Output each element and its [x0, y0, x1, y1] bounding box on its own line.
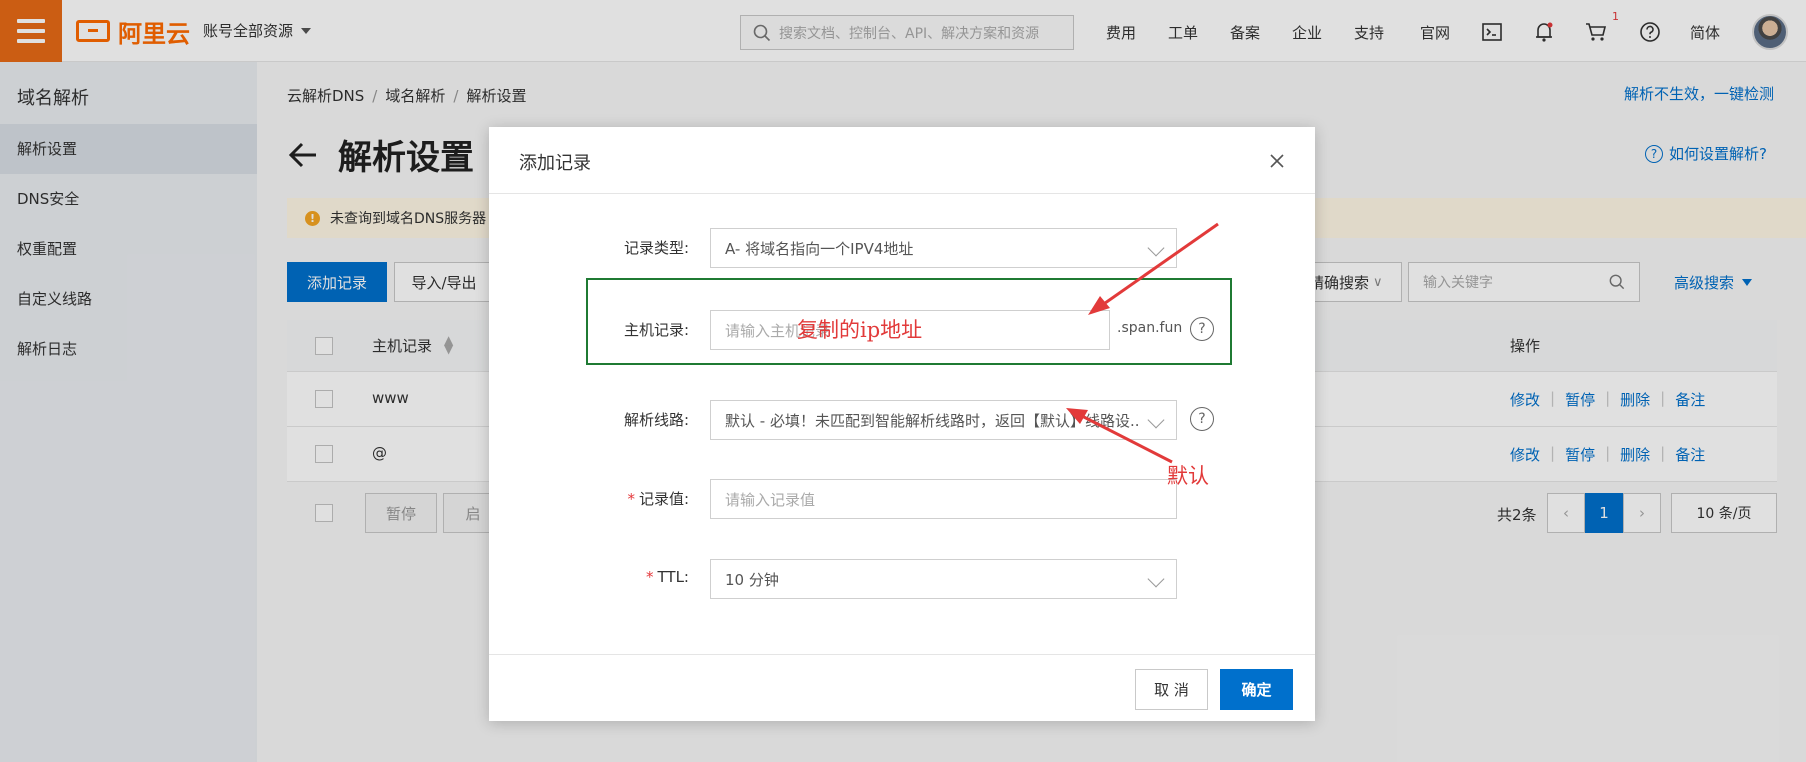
confirm-button[interactable]: 确定: [1220, 669, 1293, 710]
ttl-value: 10 分钟: [725, 570, 779, 589]
dialog-header: 添加记录: [489, 127, 1315, 194]
cancel-button[interactable]: 取 消: [1135, 669, 1208, 710]
dialog-title: 添加记录: [519, 153, 591, 174]
chevron-down-icon: [1147, 570, 1165, 588]
ttl-label: * TTL:: [646, 568, 689, 586]
dialog-footer: 取 消 确定: [489, 654, 1315, 721]
record-value-input[interactable]: 请输入记录值: [710, 479, 1177, 519]
host-annotation: 复制的ip地址: [797, 318, 923, 342]
ttl-select[interactable]: 10 分钟: [710, 559, 1177, 599]
arrow-annotation-icon: [1066, 408, 1173, 464]
line-help-icon[interactable]: ?: [1190, 407, 1214, 431]
record-type-value: A- 将域名指向一个IPV4地址: [725, 239, 914, 258]
arrow-annotation-icon: [1088, 222, 1219, 315]
record-value-label: * 记录值:: [627, 490, 689, 508]
ttl-label-text: TTL:: [657, 568, 689, 586]
resolution-line-label: 解析线路:: [623, 411, 689, 429]
record-value-label-text: 记录值:: [638, 490, 689, 508]
close-icon[interactable]: [1265, 149, 1289, 173]
record-value-placeholder: 请输入记录值: [725, 490, 816, 509]
add-record-dialog: 添加记录 记录类型: A- 将域名指向一个IPV4地址 主机记录: 请输入主机记…: [489, 127, 1315, 721]
record-type-label: 记录类型:: [623, 239, 689, 257]
